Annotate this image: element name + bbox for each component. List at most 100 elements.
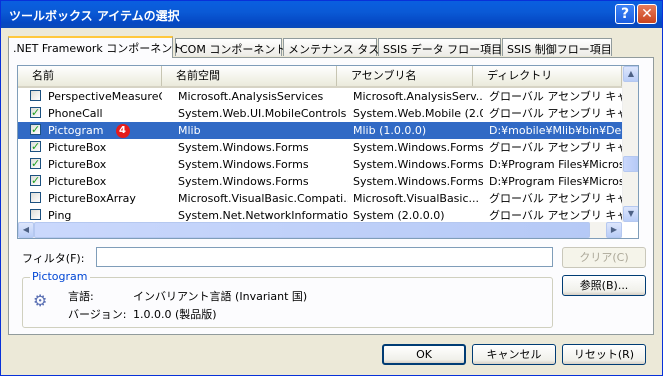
tab-maintenance-tasks[interactable]: メンテナンス タスク: [283, 38, 390, 56]
row-asm: Microsoft.VisualBasic...: [353, 190, 483, 207]
row-checkbox[interactable]: [30, 155, 41, 172]
ok-button[interactable]: OK: [382, 344, 466, 365]
row-asm: Microsoft.AnalysisServ...: [353, 88, 483, 105]
row-name: Pictogram 4: [48, 122, 162, 139]
row-dir: グローバル アセンブリ キャッシュ: [489, 105, 626, 122]
row-checkbox[interactable]: [30, 90, 41, 101]
row-ns: System.Windows.Forms: [178, 173, 348, 190]
row-name: PictureBox: [48, 173, 162, 190]
row-ns-text: Mlib: [178, 124, 201, 137]
row-name: PictureBoxArray: [48, 190, 162, 207]
info-group-title: Pictogram: [30, 270, 90, 283]
tab-net-components[interactable]: .NET Framework コンポーネント: [8, 36, 183, 58]
row-dir: D:¥mobile¥Mlib¥bin¥Debug: [489, 122, 626, 139]
row-name-text: PhoneCall: [48, 107, 103, 120]
row-name-text: Pictogram: [48, 124, 104, 137]
row-dir-text: D:¥mobile¥Mlib¥bin¥Debug: [489, 124, 626, 137]
row-ns: System.Windows.Forms: [178, 139, 348, 156]
row-ns: Microsoft.VisualBasic.Compati...: [178, 190, 348, 207]
tab-ssis-control-flow[interactable]: SSIS 制御フロー項目: [502, 38, 612, 56]
row-asm-text: Microsoft.AnalysisServ...: [353, 90, 483, 103]
title-bar[interactable]: ツールボックス アイテムの選択 ? ✕: [1, 1, 662, 28]
horizontal-scroll-thumb[interactable]: [34, 222, 590, 238]
row-dir-text: グローバル アセンブリ キャッシュ: [489, 107, 626, 120]
row-name-text: PictureBox: [48, 158, 107, 171]
row-name: PictureBox: [48, 156, 162, 173]
horizontal-scrollbar[interactable]: ◀ ▶: [18, 222, 622, 238]
column-header-directory[interactable]: ディレクトリ: [473, 66, 622, 86]
gear-icon: ⚙: [33, 291, 48, 310]
tab-com-components[interactable]: COM コンポーネント: [175, 38, 286, 56]
vertical-scrollbar[interactable]: ▲ ▼: [622, 66, 638, 222]
row-ns-text: System.Windows.Forms: [178, 141, 309, 154]
clear-button[interactable]: クリア(C): [562, 247, 646, 268]
column-header-assembly[interactable]: アセンブリ名: [337, 66, 473, 86]
row-dir-text: D:¥Program Files¥Microsoft: [489, 175, 626, 188]
tab-ssis-data-flow[interactable]: SSIS データ フロー項目: [378, 38, 502, 56]
row-name-text: PictureBoxArray: [48, 192, 136, 205]
column-header-namespace[interactable]: 名前空間: [162, 66, 337, 86]
row-ns-text: Microsoft.VisualBasic.Compati...: [178, 192, 348, 205]
row-asm-text: System.Web.Mobile (2.0...: [353, 107, 483, 120]
language-label: 言語:: [68, 290, 94, 303]
window-title: ツールボックス アイテムの選択: [9, 9, 180, 23]
table-row[interactable]: PictureBox System.Windows.Forms System.Win…: [18, 155, 626, 173]
row-ns: Mlib: [178, 122, 348, 139]
row-checkbox[interactable]: [30, 172, 41, 189]
row-checkbox[interactable]: [30, 209, 41, 220]
row-asm-text: Microsoft.VisualBasic...: [353, 192, 480, 205]
row-name: PictureBox: [48, 139, 162, 156]
row-asm-text: System.Windows.Forms...: [353, 158, 483, 171]
filter-label: フィルタ(F):: [22, 252, 85, 265]
callout-badge: 4: [115, 124, 130, 138]
row-checkbox[interactable]: [30, 138, 41, 155]
close-button[interactable]: ✕: [637, 4, 657, 24]
table-row[interactable]: Pictogram 4 Mlib Mlib (1.0.0.0) D:¥mobile¥Ml…: [18, 121, 626, 139]
table-row[interactable]: PictureBoxArray Microsoft.VisualBasic.Com…: [18, 190, 626, 207]
row-checkbox[interactable]: [30, 104, 41, 121]
browse-button[interactable]: 参照(B)...: [562, 275, 646, 296]
version-value: 1.0.0.0 (製品版): [133, 308, 217, 321]
row-asm-text: System (2.0.0.0): [353, 209, 445, 222]
row-dir-text: グローバル アセンブリ キャッシュ: [489, 141, 626, 154]
table-row[interactable]: PictureBox System.Windows.Forms System.Win…: [18, 138, 626, 156]
help-button[interactable]: ?: [615, 4, 635, 24]
row-dir: グローバル アセンブリ キャッシュ: [489, 88, 626, 105]
table-row[interactable]: PerspectiveMeasureG... Microsoft.Analysis…: [18, 88, 626, 105]
reset-button[interactable]: リセット(R): [562, 344, 646, 365]
vertical-scroll-thumb[interactable]: [623, 156, 638, 172]
table-row[interactable]: PictureBox System.Windows.Forms System.Win…: [18, 172, 626, 190]
row-asm: Mlib (1.0.0.0): [353, 122, 483, 139]
scroll-right-icon[interactable]: ▶: [606, 222, 622, 238]
component-list[interactable]: 名前 名前空間 アセンブリ名 ディレクトリ PerspectiveMeasure…: [17, 65, 639, 239]
scroll-down-icon[interactable]: ▼: [623, 206, 638, 222]
row-dir-text: グローバル アセンブリ キャッシュ: [489, 192, 626, 205]
version-label: バージョン:: [68, 308, 127, 321]
filter-input[interactable]: [96, 247, 553, 267]
cancel-button[interactable]: キャンセル: [472, 344, 556, 365]
row-asm: System.Windows.Forms...: [353, 173, 483, 190]
row-dir: D:¥Program Files¥Microsoft: [489, 173, 626, 190]
row-dir-text: D:¥Program Files¥Microsoft: [489, 158, 626, 171]
row-name: PhoneCall: [48, 105, 162, 122]
row-dir-text: グローバル アセンブリ キャッシュ: [489, 90, 626, 103]
row-name: PerspectiveMeasureG...: [48, 88, 162, 105]
row-name-text: PerspectiveMeasureG...: [48, 90, 162, 103]
row-checkbox[interactable]: [30, 121, 41, 138]
row-ns-text: System.Web.UI.MobileControls: [178, 107, 347, 120]
row-name-text: Ping: [48, 209, 72, 222]
row-asm: System.Windows.Forms...: [353, 139, 483, 156]
row-ns-text: System.Windows.Forms: [178, 158, 309, 171]
row-checkbox[interactable]: [30, 192, 41, 203]
table-row[interactable]: PhoneCall System.Web.UI.MobileControls Sys…: [18, 104, 626, 122]
column-header-name[interactable]: 名前: [18, 66, 162, 86]
row-dir: D:¥Program Files¥Microsoft: [489, 156, 626, 173]
row-asm: System.Web.Mobile (2.0...: [353, 105, 483, 122]
row-ns-text: System.Windows.Forms: [178, 175, 309, 188]
row-dir: グローバル アセンブリ キャッシュ: [489, 190, 626, 207]
scroll-up-icon[interactable]: ▲: [623, 66, 638, 82]
row-dir: グローバル アセンブリ キャッシュ: [489, 139, 626, 156]
row-dir-text: グローバル アセンブリ キャッシュ: [489, 209, 626, 222]
row-asm-text: System.Windows.Forms...: [353, 175, 483, 188]
scroll-left-icon[interactable]: ◀: [18, 222, 34, 238]
